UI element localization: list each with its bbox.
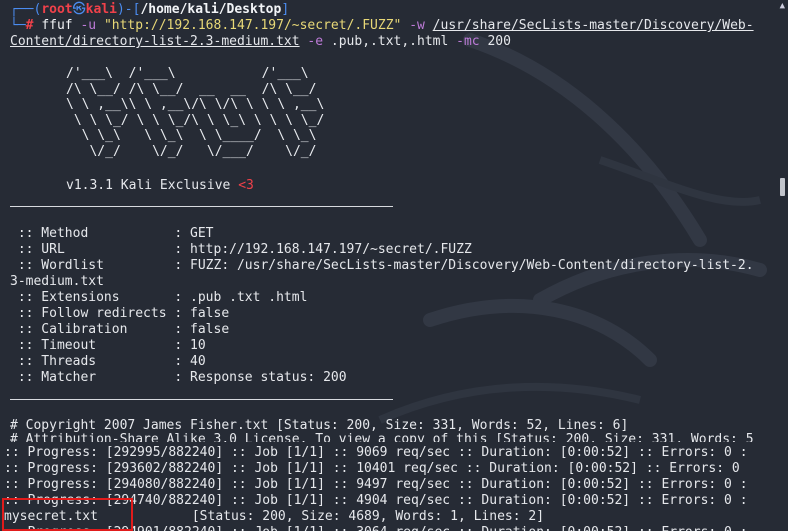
scrollbar[interactable]: ▲ (776, 0, 788, 531)
prompt-close: )-[ (116, 2, 141, 17)
progress-line: :: Progress: [292995/882240] :: Job [1/1… (4, 445, 748, 460)
config-method: :: Method : GET (10, 226, 214, 242)
extensions-arg: .pub,.txt,.html (330, 34, 449, 49)
config-value: GET (190, 226, 214, 241)
config-label: :: Calibration : (10, 322, 191, 337)
config-value: false (190, 306, 230, 321)
config-label: :: Matcher : (10, 370, 191, 385)
prompt-end: ] (281, 2, 290, 17)
config-value: .pub .txt .html (190, 290, 308, 305)
result-line-partial: # Attribution-Share Alike 3.0 License. T… (10, 432, 754, 442)
config-label: :: Method : (10, 226, 191, 241)
prompt-hash: # (25, 18, 34, 33)
config-timeout: :: Timeout : 10 (10, 338, 206, 354)
config-label: :: Wordlist : (10, 258, 191, 273)
flag-e: -e (307, 34, 324, 49)
flag-u: -u (80, 18, 97, 33)
config-value: FUZZ: /usr/share/SecLists-master/Discove… (190, 258, 754, 273)
config-wordlist: :: Wordlist : FUZZ: /usr/share/SecLists-… (10, 258, 754, 274)
heart-text: <3 (238, 178, 254, 193)
terminal-window[interactable]: ┌──(root㉿kali)-[/home/kali/Desktop] └─# … (0, 0, 788, 531)
progress-line: :: Progress: [293602/882240] :: Job [1/1… (4, 461, 740, 476)
config-wordlist-wrap: 3-medium.txt (10, 274, 104, 289)
config-url: :: URL : http://192.168.147.197/~secret/… (10, 242, 472, 258)
prompt-second: └─ (10, 18, 26, 33)
highlight-box (2, 498, 133, 531)
prompt-host: kali (85, 2, 117, 17)
separator-top (10, 206, 393, 207)
wordlist-path-part2: Content/directory-list-2.3-medium.txt (10, 34, 300, 49)
scroll-up-arrow-icon[interactable]: ▲ (780, 1, 785, 11)
version-line: v1.3.1 Kali Exclusive <3 (66, 178, 254, 194)
prompt-line: ┌──(root㉿kali)-[/home/kali/Desktop] (10, 2, 289, 18)
config-threads: :: Threads : 40 (10, 354, 206, 370)
version-text: v1.3.1 Kali Exclusive (66, 178, 231, 193)
mc-value: 200 (487, 34, 511, 49)
config-value: http://192.168.147.197/~secret/.FUZZ (190, 242, 472, 257)
config-label: :: Threads : (10, 354, 191, 369)
config-label: :: Extensions : (10, 290, 191, 305)
config-calibration: :: Calibration : false (10, 322, 229, 338)
config-value: 40 (190, 354, 206, 369)
wordlist-path-part1: /usr/share/SecLists-master/Discovery/Web… (432, 18, 754, 33)
flag-mc: -mc (456, 34, 480, 49)
flag-w: -w (409, 18, 425, 33)
config-follow-redirects: :: Follow redirects : false (10, 306, 229, 322)
command-line-wrap[interactable]: Content/directory-list-2.3-medium.txt -e… (10, 34, 511, 50)
prompt-path: /home/kali/Desktop (140, 2, 282, 17)
separator-bottom (10, 399, 393, 400)
config-matcher: :: Matcher : Response status: 200 (10, 370, 347, 386)
prompt-at: ㉿ (72, 2, 86, 17)
config-value: Response status: 200 (190, 370, 347, 385)
command-name: ffuf (41, 18, 73, 33)
scrollbar-thumb[interactable] (780, 178, 785, 196)
config-label: :: Timeout : (10, 338, 191, 353)
progress-line: :: Progress: [294080/882240] :: Job [1/1… (4, 477, 748, 492)
config-label: :: Follow redirects : (10, 306, 191, 321)
config-value: 10 (190, 338, 206, 353)
config-value: false (190, 322, 230, 337)
config-extensions: :: Extensions : .pub .txt .html (10, 290, 308, 306)
ffuf-ascii-logo: /'___\ /'___\ /'___\ /\ \__/ /\ \__/ __ … (66, 66, 325, 159)
config-label: :: URL : (10, 242, 191, 257)
target-url: "http://192.168.147.197/~secret/.FUZZ" (103, 18, 402, 33)
command-line[interactable]: └─# ffuf -u "http://192.168.147.197/~sec… (10, 18, 754, 34)
prompt-user: root (41, 2, 73, 17)
prompt-open: ┌──( (10, 2, 42, 17)
